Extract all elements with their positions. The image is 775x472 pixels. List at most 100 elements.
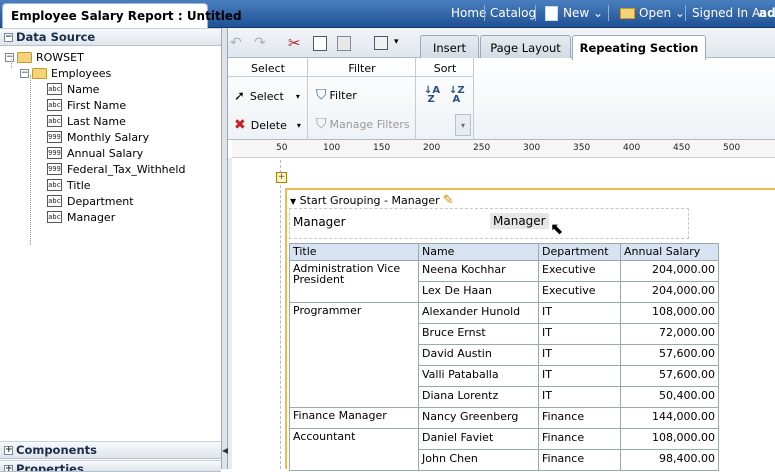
grouping-header[interactable]: ▼ Start Grouping - Manager ✎ <box>290 193 454 208</box>
data-source-title: Data Source <box>16 30 96 44</box>
open-folder-icon <box>620 8 635 19</box>
column-header[interactable]: Annual Salary <box>620 243 719 261</box>
salary-cell: 204,000.00 <box>620 281 719 303</box>
chevron-down-icon[interactable]: ▾ <box>394 37 399 47</box>
manager-row <box>289 208 689 239</box>
table-header-row: Title Name Department Annual Salary <box>289 243 719 261</box>
layout-icon[interactable] <box>374 36 388 50</box>
tree-node-rowset[interactable]: − ROWSET <box>5 49 220 65</box>
tree-field[interactable]: abc Manager <box>47 209 220 225</box>
department-cell: IT <box>538 386 621 408</box>
table-row[interactable]: Finance Manager Nancy Greenberg Finance 144… <box>289 407 719 429</box>
tree-field[interactable]: abc First Name <box>47 97 220 113</box>
column-header[interactable]: Title <box>289 243 419 261</box>
chevron-down-icon: ⌄ <box>674 6 685 20</box>
components-title: Components <box>16 443 97 457</box>
delete-button[interactable]: ✖ Delete ▾ <box>234 117 301 133</box>
department-cell: IT <box>538 302 621 324</box>
tab-repeating-section-label: Repeating Section <box>579 41 699 55</box>
column-header[interactable]: Name <box>418 243 539 261</box>
signed-in-label: Signed In As <box>692 6 767 20</box>
chevron-down-icon: ▾ <box>295 92 300 101</box>
manager-field[interactable]: Manager <box>490 213 549 229</box>
column-header[interactable]: Department <box>538 243 621 261</box>
filter-icon: ⛉ <box>316 87 327 103</box>
sort-options-dropdown[interactable]: ▾ <box>455 114 471 136</box>
data-source-header[interactable]: − Data Source <box>0 28 221 46</box>
ruler-tick-label: 100 <box>323 143 341 153</box>
properties-header[interactable]: + Properties <box>0 460 221 472</box>
top-separator <box>685 5 686 21</box>
paste-icon[interactable] <box>337 36 351 51</box>
expand-icon: + <box>4 445 13 455</box>
ruler-tick-label: 350 <box>573 143 591 153</box>
title-cell: Administration Vice President <box>289 260 419 303</box>
tree-field[interactable]: abc Department <box>47 193 220 209</box>
tab-insert-label: Insert <box>433 41 466 55</box>
ruler-tick-label: 200 <box>423 143 441 153</box>
home-link[interactable]: Home <box>451 6 486 20</box>
cut-icon[interactable]: ✂ <box>288 34 301 52</box>
tree-field-label: Title <box>67 178 91 192</box>
table-row[interactable]: Administration Vice President Neena Kochh… <box>289 260 719 303</box>
tree-field-label: Last Name <box>67 114 126 128</box>
tree-field[interactable]: abc Title <box>47 177 220 193</box>
delete-icon: ✖ <box>234 117 246 133</box>
tree-field[interactable]: 999 Annual Salary <box>47 145 220 161</box>
report-title: Employee Salary Report : Untitled <box>11 9 242 23</box>
table-row[interactable]: Accountant Daniel Faviet Finance 108,000.00 <box>289 428 719 471</box>
tab-insert[interactable]: Insert <box>420 35 479 59</box>
text-field-icon: abc <box>47 211 62 223</box>
tab-page-layout-label: Page Layout <box>490 41 561 55</box>
undo-icon[interactable]: ↶ <box>230 35 242 51</box>
manager-label: Manager <box>293 215 346 229</box>
pencil-icon: ✎ <box>442 193 454 208</box>
open-menu[interactable]: Open ⌄ <box>639 6 685 20</box>
department-cell: IT <box>538 365 621 387</box>
new-document-icon <box>545 6 558 21</box>
name-cell: Neena Kochhar <box>418 260 539 282</box>
report-title-tab[interactable]: Employee Salary Report : Untitled <box>2 3 242 28</box>
salary-cell: 57,600.00 <box>620 344 719 366</box>
department-cell: IT <box>538 344 621 366</box>
text-field-icon: abc <box>47 83 62 95</box>
manage-filters-label: Manage Filters <box>329 117 410 131</box>
copy-icon[interactable] <box>313 36 327 51</box>
redo-icon[interactable]: ↷ <box>254 35 266 51</box>
number-field-icon: 999 <box>47 163 62 175</box>
tab-page-layout[interactable]: Page Layout <box>480 35 571 59</box>
name-cell: Lex De Haan <box>418 281 539 303</box>
sort-ascending-icon[interactable]: ↓A Z <box>424 86 440 105</box>
tree-field-label: Department <box>67 194 134 208</box>
tab-repeating-section[interactable]: Repeating Section <box>572 35 706 60</box>
table-row[interactable]: Programmer Alexander Hunold IT 108,000.00 <box>289 302 719 408</box>
sort-descending-icon[interactable]: ↓Z A <box>449 86 465 105</box>
text-field-icon: abc <box>47 99 62 111</box>
report-table[interactable]: Title Name Department Annual Salary Admi… <box>289 243 719 471</box>
new-menu[interactable]: New ⌄ <box>563 6 603 20</box>
tree-field[interactable]: abc Last Name <box>47 113 220 129</box>
delete-label: Delete <box>250 118 287 132</box>
number-field-icon: 999 <box>47 131 62 143</box>
catalog-link[interactable]: Catalog <box>490 6 536 20</box>
name-cell: Nancy Greenberg <box>418 407 539 429</box>
manage-filters-button[interactable]: ⛉ Manage Filters <box>316 116 410 132</box>
text-field-icon: abc <box>47 195 62 207</box>
salary-cell: 144,000.00 <box>620 407 719 429</box>
tree-node-employees[interactable]: − Employees <box>5 65 220 81</box>
salary-cell: 204,000.00 <box>620 260 719 282</box>
select-button[interactable]: ➚ Select ▾ <box>234 89 300 104</box>
tree-field[interactable]: abc Name <box>47 81 220 97</box>
tree-field[interactable]: 999 Monthly Salary <box>47 129 220 145</box>
user-name[interactable]: ad <box>759 6 775 20</box>
move-handle-icon[interactable]: + <box>276 172 287 183</box>
department-cell: Executive <box>538 260 621 282</box>
ruler-tick-label: 500 <box>723 143 741 153</box>
filter-button[interactable]: ⛉ Filter <box>316 87 357 103</box>
components-header[interactable]: + Components <box>0 441 221 459</box>
filter-group-title: Filter <box>348 62 376 75</box>
filter-icon: ⛉ <box>316 116 327 132</box>
top-separator <box>535 5 536 21</box>
tree-field[interactable]: 999 Federal_Tax_Withheld <box>47 161 220 177</box>
tree-field-label: Monthly Salary <box>67 130 150 144</box>
